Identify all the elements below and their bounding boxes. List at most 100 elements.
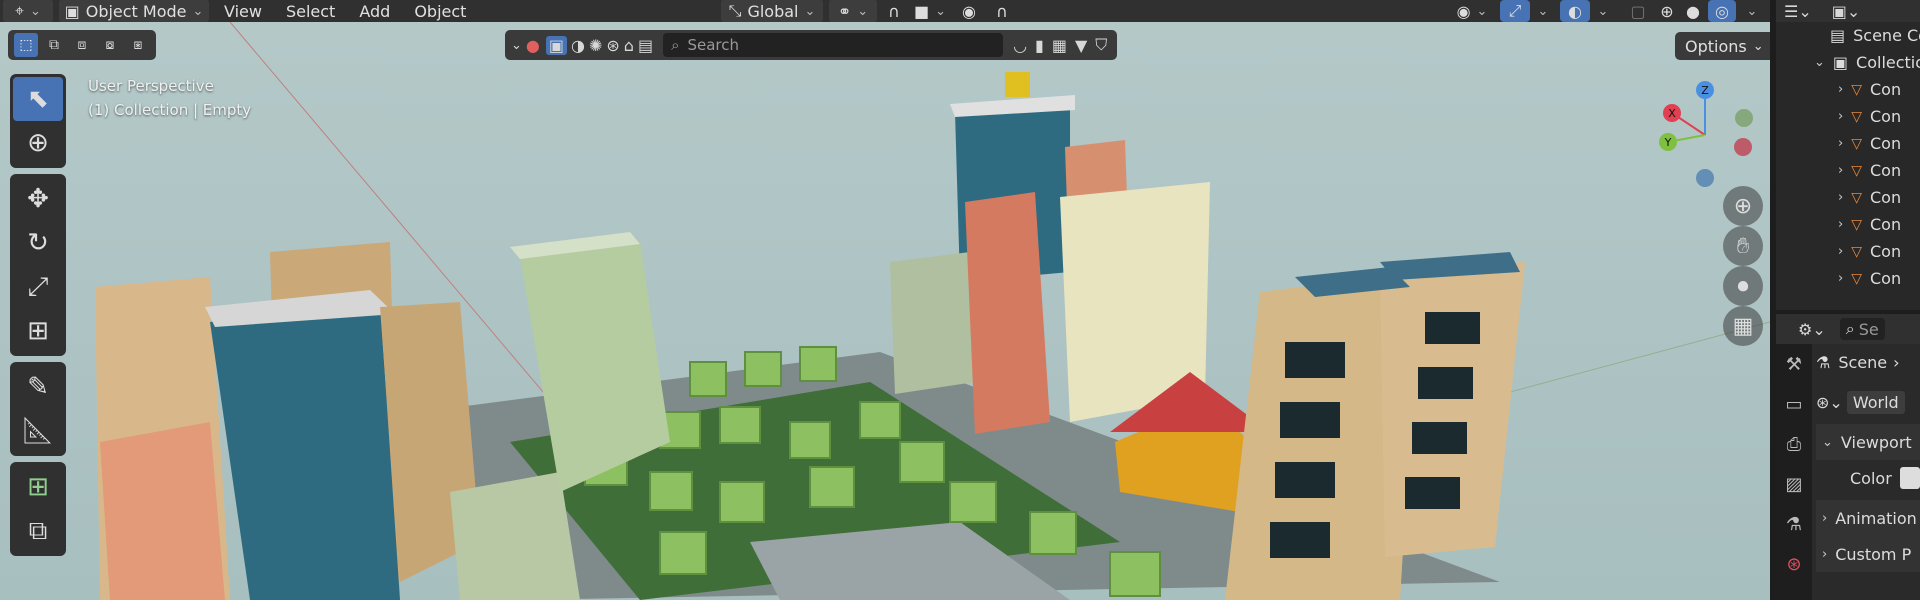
gizmo-dropdown[interactable]: ⌄ bbox=[1532, 0, 1554, 22]
chevron-down-icon: ⌄ bbox=[1752, 38, 1764, 54]
xray-toggle[interactable]: ▢ bbox=[1624, 0, 1652, 22]
chevron-down-icon[interactable]: ⌄ bbox=[511, 38, 522, 53]
visibility-dropdown[interactable]: ◉ ⌄ bbox=[1450, 0, 1494, 22]
select-invert-button[interactable]: ⧇ bbox=[98, 33, 122, 57]
display-mode-icon[interactable]: ▣⌄ bbox=[1832, 2, 1861, 21]
cursor-target-icon: ⊕ bbox=[27, 128, 49, 158]
custom-properties-panel-header[interactable]: › Custom P bbox=[1816, 536, 1920, 572]
tab-view-layer[interactable]: ▨ bbox=[1776, 464, 1812, 504]
options-dropdown[interactable]: Options ⌄ bbox=[1675, 32, 1770, 60]
chevron-right-icon[interactable]: › bbox=[1838, 217, 1843, 232]
pivot-dropdown[interactable]: ⚭ ⌄ bbox=[829, 0, 877, 23]
measure-tool[interactable]: 📐︎ bbox=[13, 409, 63, 453]
annotate-tool[interactable]: ✎ bbox=[13, 365, 63, 409]
chevron-right-icon[interactable]: › bbox=[1838, 163, 1843, 178]
editor-type-button[interactable]: ⌖ ⌄ bbox=[3, 0, 53, 23]
city-scene bbox=[95, 22, 1770, 600]
outliner-item[interactable]: › ▽ Con bbox=[1776, 103, 1920, 130]
tab-world[interactable]: ⊛ bbox=[1776, 544, 1812, 584]
outliner-item[interactable]: › ▽ Con bbox=[1776, 130, 1920, 157]
select-box-tool[interactable]: ⬉ bbox=[13, 77, 63, 121]
snap-toggle[interactable]: ∩ bbox=[880, 0, 908, 22]
mode-dropdown[interactable]: ▣ Object Mode ⌄ bbox=[59, 0, 209, 23]
select-new-button[interactable]: ⬚ bbox=[14, 33, 38, 57]
pan-button[interactable]: ✋︎ bbox=[1723, 226, 1763, 266]
zoom-button[interactable]: ⊕ bbox=[1723, 186, 1763, 226]
cleanup-icon[interactable]: ⌂ bbox=[624, 36, 634, 55]
orientation-icon: ⤡ bbox=[728, 1, 742, 20]
chevron-right-icon[interactable]: › bbox=[1838, 136, 1843, 151]
perspective-toggle-button[interactable]: ▦ bbox=[1723, 306, 1763, 346]
menu-add[interactable]: Add bbox=[347, 0, 402, 22]
outliner-collection-row[interactable]: ⌄ ▣ Collectio bbox=[1776, 49, 1920, 76]
outliner-item[interactable]: › ▽ Con bbox=[1776, 157, 1920, 184]
outliner-item[interactable]: › ▽ Con bbox=[1776, 211, 1920, 238]
shape-icon[interactable]: ◡ bbox=[1013, 36, 1027, 55]
material-filter-icon[interactable]: ◑ bbox=[571, 36, 585, 55]
outliner-scene-row[interactable]: ▤ Scene Colle bbox=[1776, 22, 1920, 49]
color-swatch[interactable] bbox=[1899, 467, 1920, 489]
asset-icon[interactable]: ▤ bbox=[638, 36, 653, 55]
menu-select[interactable]: Select bbox=[274, 0, 347, 22]
layout-icon[interactable]: ▦ bbox=[1052, 36, 1067, 55]
gizmo-toggle[interactable]: ⤢ bbox=[1500, 0, 1530, 22]
light-filter-icon[interactable]: ✺ bbox=[589, 36, 602, 55]
tab-tool[interactable]: ⚒ bbox=[1776, 344, 1812, 384]
shading-wireframe[interactable]: ⊕ bbox=[1654, 0, 1680, 22]
viewport-search-input[interactable]: ⌕ Search bbox=[663, 33, 1004, 57]
select-subtract-button[interactable]: ⧈ bbox=[70, 33, 94, 57]
outliner-item[interactable]: › ▽ Con bbox=[1776, 265, 1920, 292]
outliner-item[interactable]: › ▽ Con bbox=[1776, 184, 1920, 211]
proportional-edit-toggle[interactable]: ◉ bbox=[955, 0, 983, 22]
move-tool[interactable]: ✥ bbox=[13, 177, 63, 221]
mesh-filter-icon[interactable]: ▣ bbox=[545, 35, 567, 55]
perspective-label: User Perspective bbox=[88, 77, 214, 95]
transform-orientation-dropdown[interactable]: ⤡ Global ⌄ bbox=[721, 0, 823, 23]
falloff-dropdown[interactable]: ∩ bbox=[985, 0, 1019, 22]
shading-material[interactable]: ◎ bbox=[1708, 0, 1736, 22]
select-extend-button[interactable]: ⧉ bbox=[42, 33, 66, 57]
3d-viewport[interactable]: ⬚ ⧉ ⧈ ⧇ ⧆ ⌄ ● ▣ ◑ ✺ ⊛ ⌂ ▤ ⌕ Search ◡ ▮ ▦… bbox=[0, 22, 1770, 600]
overlays-dropdown[interactable]: ⌄ bbox=[1592, 0, 1614, 22]
outliner-type-icon[interactable]: ☰⌄ bbox=[1784, 2, 1812, 21]
viewport-panel-header[interactable]: ⌄ Viewport bbox=[1816, 424, 1920, 460]
shield-icon[interactable]: ⛉ bbox=[1095, 35, 1107, 55]
snap-target-dropdown[interactable]: ■ ⌄ bbox=[908, 0, 952, 22]
add-cube-tool[interactable]: ⊞ bbox=[13, 465, 63, 509]
overlays-toggle[interactable]: ◐ bbox=[1560, 0, 1590, 22]
camera-view-button[interactable]: ⏺ bbox=[1723, 266, 1763, 306]
bookmark-icon[interactable]: ▮ bbox=[1035, 36, 1044, 55]
world-filter-icon[interactable]: ⊛ bbox=[606, 36, 619, 55]
tab-scene[interactable]: ⚗ bbox=[1776, 504, 1812, 544]
outliner-item-label: Con bbox=[1869, 242, 1902, 261]
chevron-right-icon[interactable]: › bbox=[1838, 82, 1843, 97]
tab-render[interactable]: ▭ bbox=[1776, 384, 1812, 424]
shading-dropdown[interactable]: ⌄ bbox=[1738, 0, 1766, 22]
scale-cage-tool[interactable]: ⧉ bbox=[13, 509, 63, 553]
cursor-tool[interactable]: ⊕ bbox=[13, 121, 63, 165]
cone-mesh-icon: ▽ bbox=[1851, 189, 1862, 206]
filter-icon[interactable]: ▼ bbox=[1075, 36, 1087, 55]
chevron-down-icon[interactable]: ⌄ bbox=[1814, 55, 1825, 70]
chevron-right-icon[interactable]: › bbox=[1838, 190, 1843, 205]
chevron-right-icon[interactable]: › bbox=[1838, 271, 1843, 286]
chevron-right-icon[interactable]: › bbox=[1838, 109, 1843, 124]
menu-view[interactable]: View bbox=[212, 0, 274, 22]
select-intersect-button[interactable]: ⧆ bbox=[126, 33, 150, 57]
transform-tool[interactable]: ⊞ bbox=[13, 309, 63, 353]
scene-breadcrumb: ⚗ Scene › bbox=[1816, 344, 1920, 380]
color-wheel-icon[interactable]: ● bbox=[526, 36, 540, 55]
magnet-icon: ∩ bbox=[888, 1, 900, 21]
orientation-label: Global bbox=[747, 1, 799, 21]
orientation-gizmo[interactable]: Z X Y bbox=[1650, 80, 1760, 190]
chevron-right-icon[interactable]: › bbox=[1838, 244, 1843, 259]
scale-tool[interactable]: ⤢ bbox=[13, 265, 63, 309]
menu-object[interactable]: Object bbox=[402, 0, 478, 22]
tab-output[interactable]: ⎙ bbox=[1776, 424, 1812, 464]
shading-solid[interactable]: ● bbox=[1680, 0, 1706, 22]
animation-panel-header[interactable]: › Animation bbox=[1816, 500, 1920, 536]
world-selector[interactable]: ⊛⌄ World bbox=[1816, 384, 1920, 420]
rotate-tool[interactable]: ↻ bbox=[13, 221, 63, 265]
outliner-item[interactable]: › ▽ Con bbox=[1776, 76, 1920, 103]
outliner-item[interactable]: › ▽ Con bbox=[1776, 238, 1920, 265]
